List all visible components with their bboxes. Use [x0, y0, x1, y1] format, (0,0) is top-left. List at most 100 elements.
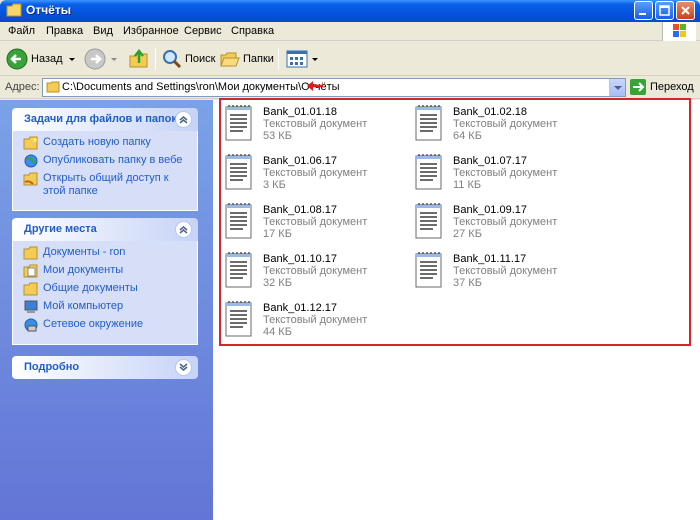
chevron-up-icon	[179, 116, 188, 124]
file-item[interactable]: Bank_01.07.17 Текстовый документ 11 КБ	[413, 153, 593, 193]
text-document-icon	[225, 252, 252, 288]
place-documents-ron[interactable]: Документы - ron	[23, 246, 191, 260]
folders-label: Папки	[243, 53, 274, 65]
task-label: Создать новую папку	[43, 136, 151, 148]
text-document-icon	[415, 203, 442, 239]
file-name: Bank_01.08.17	[263, 204, 338, 216]
toolbar: Назад Поиск Папки	[0, 42, 700, 76]
file-item[interactable]: Bank_01.11.17 Текстовый документ 37 КБ	[413, 251, 593, 291]
file-size: 53 КБ	[263, 130, 292, 142]
computer-icon	[24, 300, 38, 313]
menu-edit[interactable]: Правка	[46, 25, 83, 37]
back-label: Назад	[31, 53, 63, 65]
file-item[interactable]: Bank_01.08.17 Текстовый документ 17 КБ	[223, 202, 403, 242]
go-label: Переход	[650, 81, 694, 93]
file-size: 17 КБ	[263, 228, 292, 240]
close-button[interactable]	[676, 1, 695, 20]
file-view: Bank_01.01.18 Текстовый документ 53 КБ Bank…	[213, 98, 700, 520]
places-panel-title: Другие места	[24, 223, 97, 235]
file-size: 27 КБ	[453, 228, 482, 240]
tasks-panel: Задачи для файлов и папок Создать новую …	[12, 108, 198, 211]
collapse-button[interactable]	[175, 111, 192, 128]
task-label: Открыть общий доступ к этой папке	[43, 172, 169, 197]
place-my-computer[interactable]: Мой компьютер	[23, 300, 191, 314]
search-button[interactable]: Поиск	[162, 48, 215, 70]
file-name: Bank_01.09.17	[453, 204, 528, 216]
menu-bar: Файл Правка Вид Избранное Сервис Справка	[0, 22, 700, 41]
task-publish-web[interactable]: Опубликовать папку в вебе	[23, 154, 191, 168]
folder-icon	[46, 81, 60, 93]
task-new-folder[interactable]: Создать новую папку	[23, 136, 191, 150]
file-type: Текстовый документ	[263, 167, 368, 179]
windows-flag-icon	[673, 24, 686, 37]
file-item[interactable]: Bank_01.02.18 Текстовый документ 64 КБ	[413, 104, 593, 144]
details-panel-header[interactable]: Подробно	[12, 356, 198, 379]
place-my-documents[interactable]: Мои документы	[23, 264, 191, 278]
file-size: 3 КБ	[263, 179, 286, 191]
up-folder-icon	[129, 48, 148, 68]
text-document-icon	[225, 154, 252, 190]
file-type: Текстовый документ	[263, 118, 368, 130]
tasks-panel-header[interactable]: Задачи для файлов и папок	[12, 108, 198, 131]
task-share-folder[interactable]: Открыть общий доступ к этой папке	[23, 172, 191, 198]
network-icon	[24, 318, 38, 332]
file-item[interactable]: Bank_01.12.17 Текстовый документ 44 КБ	[223, 300, 403, 340]
place-network[interactable]: Сетевое окружение	[23, 318, 191, 332]
collapse-button[interactable]	[175, 221, 192, 238]
file-item[interactable]: Bank_01.01.18 Текстовый документ 53 КБ	[223, 104, 403, 144]
place-shared-documents[interactable]: Общие документы	[23, 282, 191, 296]
window-title: Отчёты	[26, 3, 71, 17]
text-document-icon	[225, 301, 252, 337]
globe-icon	[24, 154, 38, 168]
file-item[interactable]: Bank_01.06.17 Текстовый документ 3 КБ	[223, 153, 403, 193]
file-name: Bank_01.01.18	[263, 106, 338, 118]
file-size: 44 КБ	[263, 326, 292, 338]
file-item[interactable]: Bank_01.10.17 Текстовый документ 32 КБ	[223, 251, 403, 291]
menu-help[interactable]: Справка	[231, 25, 274, 37]
expand-button[interactable]	[175, 359, 192, 376]
toolbar-separator	[278, 48, 279, 70]
menu-tools[interactable]: Сервис	[184, 25, 222, 37]
file-type: Текстовый документ	[453, 118, 558, 130]
file-name: Bank_01.10.17	[263, 253, 338, 265]
place-label: Общие документы	[43, 282, 138, 294]
my-documents-icon	[23, 264, 38, 278]
go-button[interactable]: Переход	[630, 79, 694, 95]
address-dropdown-button[interactable]	[609, 79, 625, 96]
menu-view[interactable]: Вид	[93, 25, 113, 37]
task-label: Опубликовать папку в вебе	[43, 154, 183, 166]
new-folder-icon	[23, 136, 38, 150]
file-item[interactable]: Bank_01.09.17 Текстовый документ 27 КБ	[413, 202, 593, 242]
title-bar: Отчёты	[0, 0, 700, 22]
menu-favorites[interactable]: Избранное	[123, 25, 179, 37]
places-panel-header[interactable]: Другие места	[12, 218, 198, 241]
maximize-button[interactable]	[655, 1, 674, 20]
forward-button[interactable]	[84, 48, 119, 70]
chevron-down-icon	[312, 58, 318, 61]
folder-icon	[23, 282, 38, 296]
file-size: 32 КБ	[263, 277, 292, 289]
address-path: C:\Documents and Settings\ron\Мои докуме…	[62, 81, 340, 93]
text-document-icon	[225, 203, 252, 239]
folders-button[interactable]: Папки	[220, 48, 274, 70]
file-type: Текстовый документ	[453, 265, 558, 277]
share-folder-icon	[23, 172, 38, 186]
back-button[interactable]: Назад	[6, 48, 77, 70]
minimize-button[interactable]	[634, 1, 653, 20]
minimize-icon	[639, 13, 646, 15]
place-label: Мои документы	[43, 264, 124, 276]
menu-file[interactable]: Файл	[8, 25, 35, 37]
address-input[interactable]: C:\Documents and Settings\ron\Мои докуме…	[42, 78, 626, 97]
details-panel: Подробно	[12, 356, 198, 379]
up-folder-button[interactable]	[128, 48, 150, 70]
views-button[interactable]	[286, 48, 320, 70]
toolbar-separator	[155, 48, 156, 70]
chevron-down-icon	[179, 363, 188, 371]
folder-icon	[6, 3, 22, 17]
close-icon	[681, 6, 690, 15]
file-type: Текстовый документ	[453, 167, 558, 179]
details-panel-title: Подробно	[24, 361, 80, 373]
tasks-panel-body: Создать новую папку Опубликовать папку в…	[12, 131, 198, 211]
maximize-icon	[659, 5, 670, 16]
place-label: Документы - ron	[43, 246, 126, 258]
